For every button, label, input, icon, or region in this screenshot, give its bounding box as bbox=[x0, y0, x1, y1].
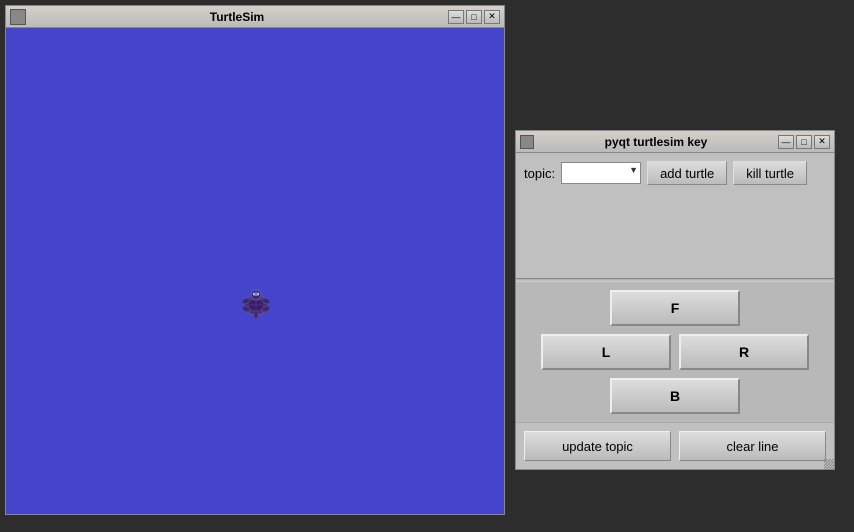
pyqt-title: pyqt turtlesim key bbox=[534, 135, 778, 149]
turtlesim-window-icon bbox=[10, 9, 26, 25]
pyqt-window-controls: — □ ✕ bbox=[778, 135, 830, 149]
backward-button[interactable]: B bbox=[610, 378, 740, 414]
backward-row: B bbox=[610, 378, 740, 414]
kill-turtle-button[interactable]: kill turtle bbox=[733, 161, 807, 185]
topic-select[interactable] bbox=[561, 162, 641, 184]
turtle-sprite bbox=[236, 283, 276, 323]
forward-row: F bbox=[610, 290, 740, 326]
left-button[interactable]: L bbox=[541, 334, 671, 370]
bottom-controls: update topic clear line bbox=[516, 422, 834, 469]
turtlesim-title: TurtleSim bbox=[26, 10, 448, 24]
topic-select-wrapper bbox=[561, 162, 641, 184]
resize-handle[interactable] bbox=[824, 459, 834, 469]
topic-row: topic: add turtle kill turtle bbox=[524, 161, 826, 185]
navigation-area: F L R B bbox=[516, 282, 834, 422]
turtlesim-window-controls: — □ ✕ bbox=[448, 10, 500, 24]
pyqt-window-icon bbox=[520, 135, 534, 149]
add-turtle-button[interactable]: add turtle bbox=[647, 161, 727, 185]
right-button[interactable]: R bbox=[679, 334, 809, 370]
topic-label: topic: bbox=[524, 166, 555, 181]
pyqt-restore-button[interactable]: □ bbox=[796, 135, 812, 149]
pyqt-window: pyqt turtlesim key — □ ✕ topic: add turt… bbox=[515, 130, 835, 470]
turtlesim-titlebar: TurtleSim — □ ✕ bbox=[6, 6, 504, 28]
turtlesim-canvas bbox=[6, 28, 504, 514]
pyqt-titlebar: pyqt turtlesim key — □ ✕ bbox=[516, 131, 834, 153]
turtlesim-close-button[interactable]: ✕ bbox=[484, 10, 500, 24]
turtlesim-restore-button[interactable]: □ bbox=[466, 10, 482, 24]
turtlesim-minimize-button[interactable]: — bbox=[448, 10, 464, 24]
update-topic-button[interactable]: update topic bbox=[524, 431, 671, 461]
clear-line-button[interactable]: clear line bbox=[679, 431, 826, 461]
pyqt-close-button[interactable]: ✕ bbox=[814, 135, 830, 149]
pyqt-minimize-button[interactable]: — bbox=[778, 135, 794, 149]
turtlesim-window: TurtleSim — □ ✕ bbox=[5, 5, 505, 515]
forward-button[interactable]: F bbox=[610, 290, 740, 326]
pyqt-top-controls: topic: add turtle kill turtle bbox=[516, 153, 834, 278]
lr-row: L R bbox=[541, 334, 809, 370]
